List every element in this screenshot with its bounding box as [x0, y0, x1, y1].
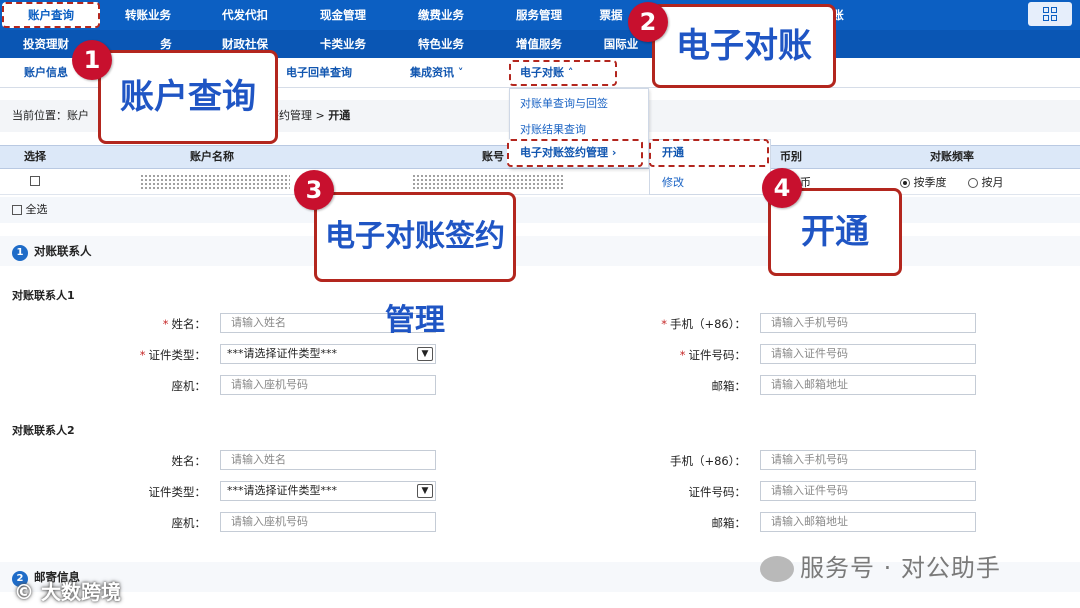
watermark-service-account: 服务号 · 对公助手 [760, 548, 1001, 583]
contact2-mobile-label: 手机（+86）： [669, 454, 746, 468]
step-badge-1: 1 [72, 40, 112, 80]
col-select: 选择 [24, 150, 46, 163]
callout-e-reconciliation: 电子对账 [652, 4, 836, 88]
subnav-e-reconciliation[interactable]: 电子对账 ˄ [509, 60, 617, 86]
col-currency: 币别 [780, 150, 802, 163]
submenu-modify[interactable]: 修改 [662, 174, 684, 190]
radio-monthly[interactable] [968, 178, 978, 188]
watermark-brand: © 大数跨境 [14, 580, 121, 604]
contact2-name-label: 姓名： [171, 454, 207, 468]
subnav-account-info[interactable]: 账户信息 [24, 58, 68, 88]
contact2-tel-label: 座机： [171, 516, 207, 530]
nav-transfer[interactable]: 转账业务 [100, 0, 196, 30]
contact2-mobile-input[interactable]: 请输入手机号码 [760, 450, 976, 470]
contact2-tel-input[interactable]: 请输入座机号码 [220, 512, 436, 532]
contact2-email-label: 邮箱： [711, 516, 747, 530]
menu-statement-query[interactable]: 对账单查询与回签 [520, 95, 608, 111]
nav-value-added[interactable]: 增值服务 [490, 30, 588, 58]
brand-logo-icon: © [14, 580, 34, 604]
nav-bill[interactable]: 票据 [588, 0, 634, 30]
contact2-idtype-label: 证件类型： [148, 485, 207, 499]
section-number-badge: 1 [12, 245, 28, 261]
wechat-icon [760, 556, 794, 582]
menu-result-query[interactable]: 对账结果查询 [520, 121, 586, 137]
contact1-title: 对账联系人1 [12, 289, 75, 302]
contact2-idno-label: 证件号码： [688, 485, 747, 499]
nav-card[interactable]: 卡类业务 [294, 30, 392, 58]
apps-grid-button[interactable] [1028, 2, 1072, 26]
contact1-email-label: 邮箱： [711, 379, 747, 393]
col-frequency: 对账频率 [930, 150, 974, 163]
col-account-name: 账户名称 [190, 150, 234, 163]
row-checkbox[interactable] [30, 176, 40, 186]
col-account-no: 账号 [482, 150, 504, 163]
contact1-idno-input[interactable]: 请输入证件号码 [760, 344, 976, 364]
step-badge-4: 4 [762, 168, 802, 208]
main-nav-row1: 账户查询 转账业务 代发代扣 现金管理 缴费业务 服务管理 票据 账 [0, 0, 1080, 30]
breadcrumb-middle: 签约管理 > 开通 [268, 109, 351, 122]
subnav-integrated-info[interactable]: 集成资讯 ˅ [410, 58, 463, 88]
freq-quarterly-option[interactable]: 按季度 [900, 174, 947, 190]
masked-account-no [412, 174, 564, 190]
nav-special[interactable]: 特色业务 [392, 30, 490, 58]
contact1-idtype-label: * 证件类型： [139, 348, 206, 362]
contact2-title: 对账联系人2 [12, 424, 75, 437]
subnav-ereceipt[interactable]: 电子回单查询 [286, 58, 352, 88]
nav-payroll[interactable]: 代发代扣 [196, 0, 294, 30]
contact1-name-label: * 姓名： [162, 317, 206, 331]
contact2-name-input[interactable]: 请输入姓名 [220, 450, 436, 470]
contact1-email-input[interactable]: 请输入邮箱地址 [760, 375, 976, 395]
section-contacts: 1 对账联系人 [0, 236, 1080, 266]
nav-payment[interactable]: 缴费业务 [392, 0, 490, 30]
radio-quarterly[interactable] [900, 178, 910, 188]
contact2-idno-input[interactable]: 请输入证件号码 [760, 481, 976, 501]
contact2-idtype-select[interactable]: ***请选择证件类型*** ▼ [220, 481, 436, 501]
contact1-idno-label: * 证件号码： [679, 348, 746, 362]
step-badge-2: 2 [628, 2, 668, 42]
contact1-tel-input[interactable]: 请输入座机号码 [220, 375, 436, 395]
nav-service-mgmt[interactable]: 服务管理 [490, 0, 588, 30]
step-badge-3: 3 [294, 170, 334, 210]
masked-account-name [140, 174, 290, 190]
contact2-email-input[interactable]: 请输入邮箱地址 [760, 512, 976, 532]
nav-account-query[interactable]: 账户查询 [2, 2, 100, 28]
select-all-row: 全选 [0, 197, 1080, 223]
contact1-mobile-input[interactable]: 请输入手机号码 [760, 313, 976, 333]
callout-account-query: 账户查询 [98, 50, 278, 144]
menu-signing-mgmt[interactable]: 电子对账签约管理 › [507, 139, 643, 167]
contact1-tel-label: 座机： [171, 379, 207, 393]
submenu-open[interactable]: 开通 [649, 139, 769, 167]
grid-icon [1043, 7, 1057, 21]
chevron-right-icon: › [611, 146, 617, 159]
contact1-mobile-label: * 手机（+86）： [661, 317, 746, 331]
breadcrumb-prefix: 当前位置：账户 [12, 109, 89, 122]
select-all-label: 全选 [25, 203, 48, 216]
freq-monthly-option[interactable]: 按月 [968, 174, 1004, 190]
nav-cash-mgmt[interactable]: 现金管理 [294, 0, 392, 30]
callout-signing-mgmt: 电子对账签约管理 [314, 192, 516, 338]
select-all-checkbox[interactable] [12, 205, 22, 215]
section-title: 对账联系人 [34, 244, 92, 258]
chevron-down-icon: ▼ [417, 484, 433, 498]
